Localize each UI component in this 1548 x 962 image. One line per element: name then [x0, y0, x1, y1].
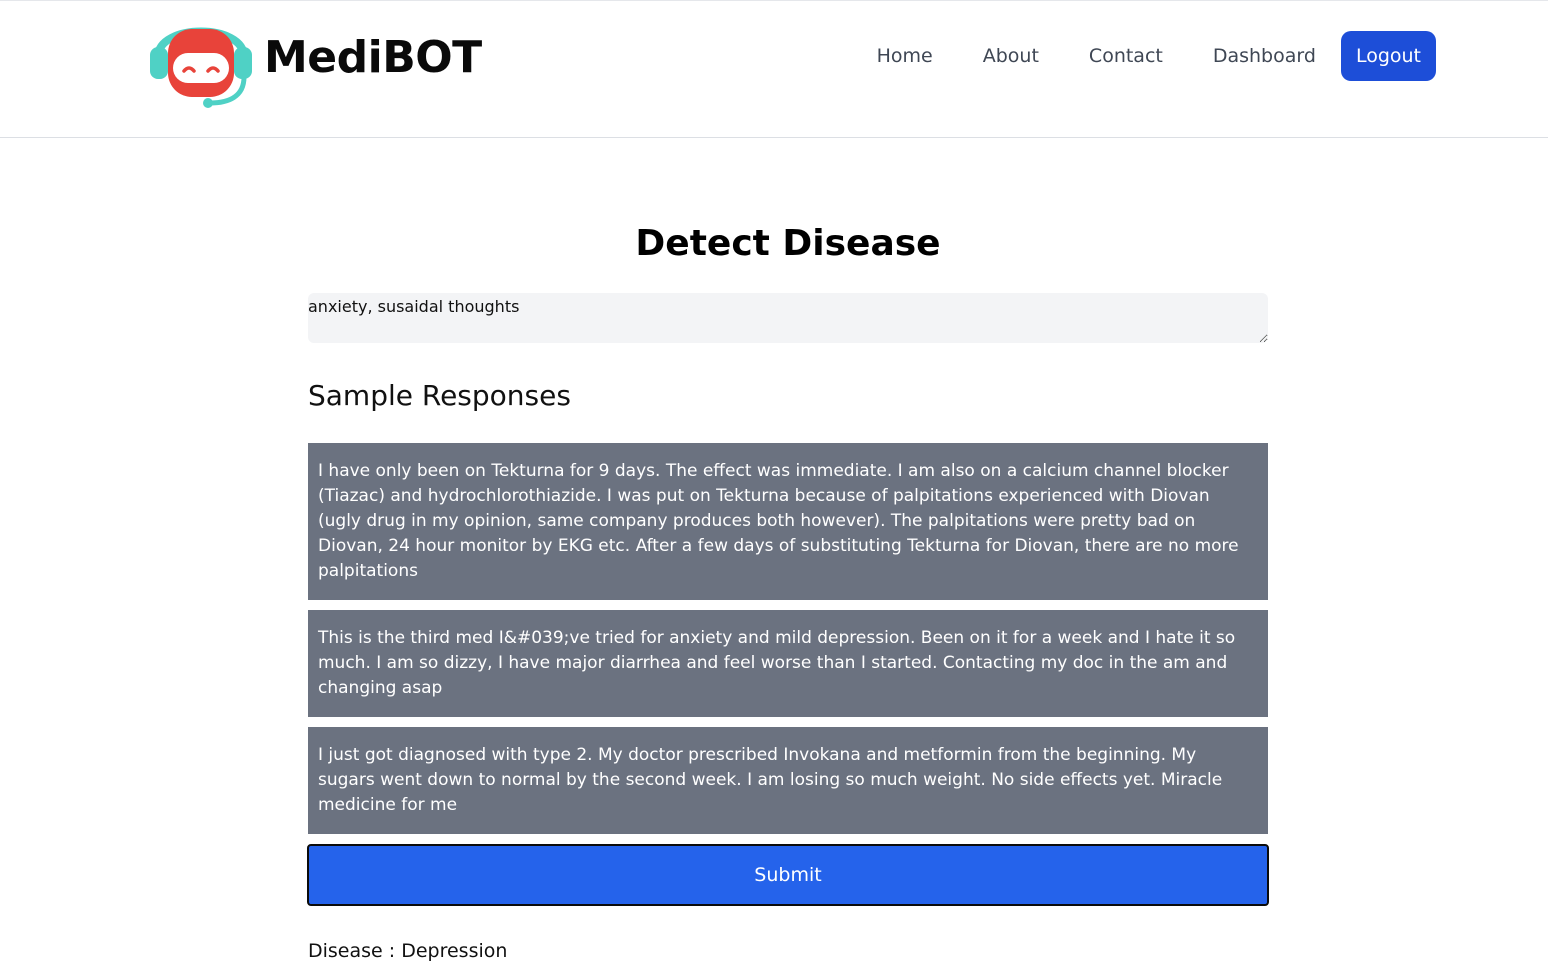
robot-headset-icon: [150, 27, 252, 108]
sample-response-3[interactable]: I just got diagnosed with type 2. My doc…: [308, 727, 1268, 834]
sample-responses-heading: Sample Responses: [308, 379, 571, 412]
submit-button[interactable]: Submit: [307, 844, 1269, 906]
sample-response-2[interactable]: This is the third med I&#039;ve tried fo…: [308, 610, 1268, 717]
main-content: Detect Disease anxiety, susaidal thought…: [307, 138, 1269, 962]
brand-name: MediBOT: [264, 31, 482, 83]
sample-response-1[interactable]: I have only been on Tekturna for 9 days.…: [308, 443, 1268, 600]
main-nav: Home About Contact Dashboard Logout: [877, 31, 1436, 81]
sample-responses-list: I have only been on Tekturna for 9 days.…: [308, 443, 1268, 834]
nav-dashboard[interactable]: Dashboard: [1213, 45, 1316, 67]
page-title: Detect Disease: [635, 223, 941, 264]
brand[interactable]: MediBOT: [148, 5, 482, 109]
nav-about[interactable]: About: [983, 45, 1039, 67]
navbar: MediBOT Home About Contact Dashboard Log…: [0, 0, 1548, 138]
disease-result: Disease : Depression: [308, 940, 508, 962]
nav-contact[interactable]: Contact: [1089, 45, 1163, 67]
logout-button[interactable]: Logout: [1340, 31, 1436, 81]
nav-home[interactable]: Home: [877, 45, 933, 67]
symptom-input[interactable]: anxiety, susaidal thoughts: [308, 293, 1268, 343]
